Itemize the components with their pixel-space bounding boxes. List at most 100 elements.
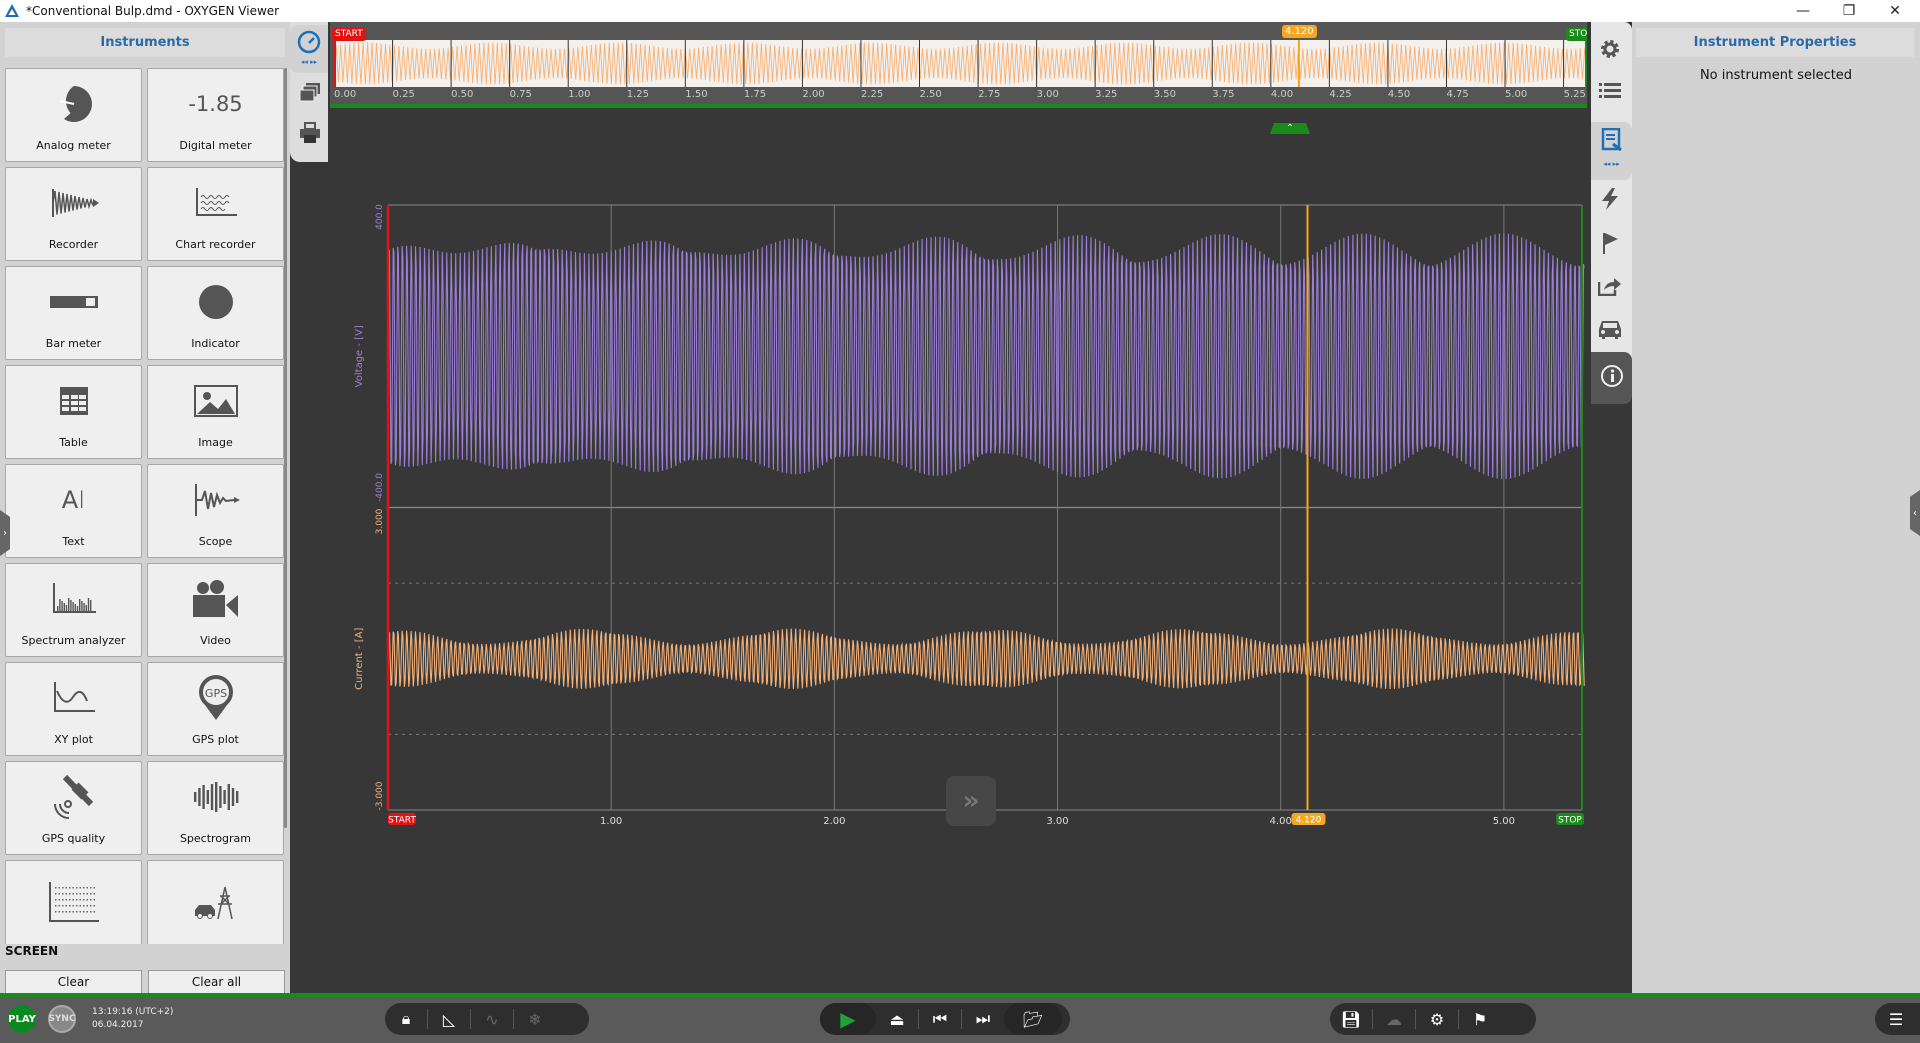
overview-tick-label: 2.25	[860, 89, 884, 100]
overview-tick-label: 4.25	[1329, 89, 1352, 100]
print-icon[interactable]	[299, 122, 321, 144]
curve-icon: ∿	[485, 1009, 499, 1029]
folder-open-icon: 📂︎	[1022, 1009, 1044, 1029]
instrument-tile-gps-plot[interactable]: GPS GPS plot	[147, 662, 284, 756]
expand-left-handle[interactable]: ›	[0, 510, 10, 556]
instrument-tile-item-16[interactable]	[5, 860, 142, 944]
tab-info[interactable]	[1591, 352, 1632, 404]
measure-button[interactable]: ◺	[428, 1003, 470, 1035]
sync-status-badge[interactable]: SYNC	[48, 1005, 76, 1033]
instrument-tile-label: Chart recorder	[175, 238, 256, 251]
overview-waveform-svg	[334, 40, 1587, 87]
instrument-tile-label: Table	[59, 436, 88, 449]
instruments-scrollbar[interactable]	[284, 68, 287, 828]
playback-group: ▶ ⏏ ⏮ ⏭ 📂︎	[820, 1003, 1070, 1035]
instrument-tile-spectrum-analyzer[interactable]: Spectrum analyzer	[5, 563, 142, 657]
instrument-tile-label: Indicator	[191, 337, 240, 350]
instrument-tile-recorder[interactable]: Recorder	[5, 167, 142, 261]
overview-tick-label: 1.00	[568, 89, 591, 100]
clear-all-button[interactable]: Clear all	[148, 970, 285, 994]
fast-forward-button[interactable]: »	[946, 776, 996, 826]
lock-icon: 🔒︎	[401, 1009, 411, 1028]
screens-icon[interactable]	[298, 82, 322, 104]
clock-time: 13:19:16 (UTC+2)	[92, 1007, 174, 1017]
add-marker-button[interactable]: ⚑	[1459, 1003, 1501, 1035]
instrument-tile-label: XY plot	[54, 733, 93, 746]
close-button[interactable]: ✕	[1872, 0, 1918, 22]
menu-group: ☰	[1875, 1003, 1920, 1035]
gear-save-icon: ⚙	[1429, 1009, 1445, 1029]
trigger-lightning-icon[interactable]	[1600, 188, 1620, 210]
save-button[interactable]: 💾︎	[1330, 1003, 1372, 1035]
restore-button[interactable]: ❐	[1826, 0, 1872, 22]
instrument-tile-label: GPS quality	[41, 832, 106, 845]
instrument-tile-label: Bar meter	[45, 337, 102, 350]
play-button[interactable]: ▶	[820, 1003, 876, 1035]
instrument-tile-table[interactable]: Table	[5, 365, 142, 459]
menu-button[interactable]: ☰	[1875, 1003, 1917, 1035]
export-icon[interactable]	[1597, 274, 1622, 296]
view-tools-group: 🔒︎ ◺ ∿ ❄	[385, 1003, 589, 1035]
freeze-button[interactable]: ❄	[514, 1003, 556, 1035]
overview-tick-label: 3.00	[1036, 89, 1059, 100]
play-status-badge[interactable]: PLAY	[8, 1005, 36, 1033]
instrument-tile-label: Spectrogram	[179, 832, 252, 845]
overview-tick-label: 4.75	[1446, 89, 1469, 100]
overview-waveform[interactable]	[334, 40, 1587, 87]
skip-end-button[interactable]: ⏭	[962, 1003, 1004, 1035]
car-icon[interactable]	[1597, 318, 1623, 340]
table-icon	[59, 366, 88, 436]
stop-badge[interactable]: STOP	[1558, 816, 1582, 826]
skip-back-icon: ⏮	[932, 1009, 948, 1028]
tab-report[interactable]: ◂◂ ▸▸	[1591, 122, 1632, 180]
curve-button[interactable]: ∿	[471, 1003, 513, 1035]
settings-gear-icon[interactable]	[1599, 38, 1621, 60]
restore-icon: ❐	[1842, 3, 1856, 19]
cloud-button[interactable]: ☁	[1373, 1003, 1415, 1035]
clock-date: 06.04.2017	[92, 1020, 144, 1030]
recorder-chart[interactable]: 1.00 2.00 3.00 4.00 5.00 400.0 -400.0 Voltage -…	[330, 108, 1587, 995]
start-badge[interactable]: START	[388, 816, 416, 826]
instrument-tile-bar-meter[interactable]: Bar meter	[5, 266, 142, 360]
overview-tick-label: 0.25	[392, 89, 415, 100]
eject-button[interactable]: ⏏	[876, 1003, 918, 1035]
voltage-trace	[387, 233, 1585, 480]
save-settings-button[interactable]: ⚙	[1416, 1003, 1458, 1035]
overview-tick-label: 3.50	[1153, 89, 1176, 100]
instrument-tile-video[interactable]: Video	[147, 563, 284, 657]
instrument-tile-spectrogram[interactable]: Spectrogram	[147, 761, 284, 855]
expand-right-handle[interactable]: ‹	[1910, 490, 1920, 536]
open-file-button[interactable]: 📂︎	[1004, 1003, 1062, 1035]
minimize-button[interactable]: —	[1780, 0, 1826, 22]
instrument-tile-image[interactable]: Image	[147, 365, 284, 459]
overview-strip[interactable]: START STOP 4.120 0.00 0.25 0.50 0.75 1.00 1.2…	[330, 22, 1596, 134]
cursor-badge[interactable]: 4.120	[1296, 816, 1322, 826]
overview-tick-label: 5.25	[1563, 89, 1586, 100]
instrument-tile-text[interactable]: AI Text	[5, 464, 142, 558]
instrument-tile-item-17[interactable]	[147, 860, 284, 944]
instrument-properties-header: Instrument Properties	[1636, 28, 1914, 57]
instrument-tile-scope[interactable]: Scope	[147, 464, 284, 558]
instrument-tile-gps-quality[interactable]: GPS quality	[5, 761, 142, 855]
clock-readout: 13:19:16 (UTC+2) 06.04.2017	[92, 1006, 173, 1032]
lock-button[interactable]: 🔒︎	[385, 1003, 427, 1035]
clear-button[interactable]: Clear	[5, 970, 142, 994]
channel-list-icon[interactable]	[1598, 82, 1621, 100]
instrument-tile-analog-meter[interactable]: Analog meter	[5, 68, 142, 162]
right-tab-strip: ◂◂ ▸▸	[1587, 22, 1632, 995]
overview-tick-label: 1.75	[743, 89, 767, 100]
instrument-tile-chart-recorder[interactable]: Chart recorder	[147, 167, 284, 261]
image-icon	[193, 366, 238, 436]
overview-tick-label: 1.25	[626, 89, 650, 100]
marker-flag-icon[interactable]	[1601, 232, 1619, 254]
instrument-tile-digital-meter[interactable]: -1.85 Digital meter	[147, 68, 284, 162]
overview-current-trace	[334, 42, 1587, 85]
instrument-tile-indicator[interactable]: Indicator	[147, 266, 284, 360]
tab-instruments[interactable]: ◂◂ ▸▸	[290, 25, 328, 73]
overview-cursor-badge[interactable]: 4.120	[1282, 25, 1317, 38]
instrument-tile-label: Text	[62, 535, 85, 548]
instrument-tile-xy-plot[interactable]: XY plot	[5, 662, 142, 756]
overview-tick-label: 1.50	[685, 89, 708, 100]
skip-start-button[interactable]: ⏮	[919, 1003, 961, 1035]
instrument-tiles: Analog meter -1.85 Digital meter Recorder Ch…	[5, 68, 285, 944]
